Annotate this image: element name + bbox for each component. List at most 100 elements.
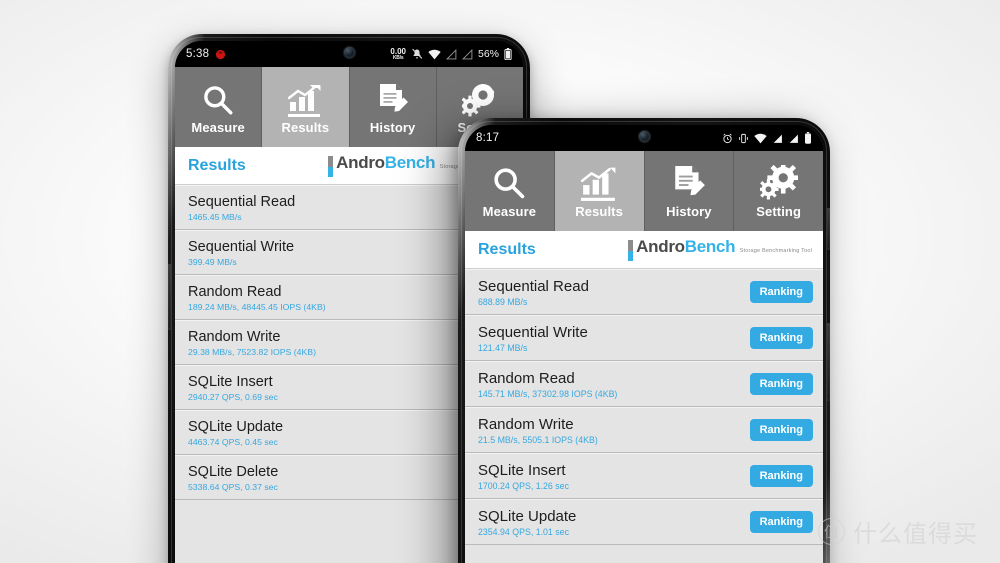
ranking-button[interactable]: Ranking — [749, 511, 813, 533]
ranking-button[interactable]: Ranking — [749, 419, 813, 441]
result-name: Sequential Write — [188, 238, 295, 255]
tab-results-label: Results — [575, 204, 623, 219]
result-value: 688.89 MB/s — [478, 296, 528, 307]
logo-primary-front: Andro — [636, 237, 685, 256]
gears-icon — [759, 163, 798, 201]
result-name: Sequential Write — [478, 323, 588, 341]
result-value: 29.38 MB/s, 7523.82 IOPS (4KB) — [188, 346, 316, 357]
results-title-back: Results — [188, 156, 246, 174]
result-name: SQLite Insert — [188, 373, 273, 390]
androbench-logo-front: AndroBench Storage Benchmarking Tool — [628, 238, 812, 261]
result-row[interactable]: SQLite Insert 1700.24 QPS, 1.26 sec Rankin… — [465, 453, 823, 499]
tab-history[interactable]: History — [349, 67, 437, 147]
result-name: Sequential Read — [478, 277, 589, 295]
ranking-button[interactable]: Ranking — [749, 327, 813, 349]
result-value: 1700.24 QPS, 1.26 sec — [478, 480, 569, 491]
result-value: 4463.74 QPS, 0.45 sec — [188, 436, 278, 447]
tab-history-label: History — [666, 204, 712, 219]
results-title-front: Results — [478, 240, 536, 258]
result-name: SQLite Delete — [188, 463, 279, 480]
red-alert-icon — [215, 49, 226, 60]
result-name: Sequential Read — [188, 193, 296, 210]
results-header-front: Results AndroBench Storage Benchmarking … — [465, 231, 823, 269]
power-button-front[interactable] — [827, 208, 830, 250]
front-camera-icon — [638, 130, 650, 142]
logo-bar-icon — [328, 156, 334, 177]
result-name: SQLite Update — [188, 418, 284, 435]
result-row[interactable]: Random Read 145.71 MB/s, 37302.98 IOPS (4… — [465, 361, 823, 407]
result-row[interactable]: Random Write 21.5 MB/s, 5505.1 IOPS (4KB)… — [465, 407, 823, 453]
watermark: 值 什么值得买 — [818, 514, 978, 549]
alarm-icon — [722, 133, 733, 144]
result-value: 21.5 MB/s, 5505.1 IOPS (4KB) — [478, 434, 598, 445]
result-name: Random Read — [188, 283, 282, 300]
wifi-icon — [754, 133, 767, 144]
result-name: Random Write — [478, 415, 574, 433]
wifi-icon — [428, 49, 441, 60]
result-row[interactable]: Sequential Write 121.47 MB/s Ranking — [465, 315, 823, 361]
result-row[interactable]: SQLite Update 2354.94 QPS, 1.01 sec Rankin… — [465, 499, 823, 545]
watermark-text: 什么值得买 — [853, 520, 978, 548]
logo-bar-icon — [628, 240, 634, 261]
tab-results-label: Results — [281, 120, 330, 135]
ranking-button[interactable]: Ranking — [749, 281, 813, 303]
logo-secondary-back: Bench — [384, 153, 436, 172]
tab-measure[interactable]: Measure — [465, 151, 555, 231]
tab-setting-label: Setting — [756, 204, 801, 219]
tab-history-label: History — [369, 120, 416, 135]
network-speed-indicator: 0.00 KB/s — [390, 46, 406, 61]
result-value: 2940.27 QPS, 0.69 sec — [188, 391, 278, 402]
result-name: SQLite Update — [478, 507, 577, 525]
ranking-button[interactable]: Ranking — [749, 465, 813, 487]
camera-notch-front — [608, 125, 680, 146]
signal-2-icon — [462, 48, 473, 60]
tab-results[interactable]: Results — [554, 151, 645, 231]
gears-icon — [461, 79, 498, 117]
ranking-button[interactable]: Ranking — [749, 373, 813, 395]
logo-primary-back: Andro — [336, 153, 385, 172]
screenshot-scene: 5:38 0.00 KB/s 56% Measure Results Histo… — [0, 0, 1000, 563]
tab-measure-label: Measure — [191, 120, 245, 135]
result-name: Random Write — [188, 328, 281, 345]
tab-measure[interactable]: Measure — [175, 67, 263, 147]
tab-setting[interactable]: Setting — [734, 151, 823, 231]
battery-icon — [504, 48, 512, 60]
battery-icon — [804, 132, 812, 144]
result-value: 1465.45 MB/s — [188, 211, 242, 222]
result-name: Random Read — [478, 369, 575, 387]
volume-button-back[interactable] — [168, 264, 171, 330]
magnifier-icon — [491, 163, 527, 201]
camera-notch-back — [313, 41, 385, 62]
document-pen-icon — [377, 79, 409, 117]
result-row[interactable]: Sequential Read 688.89 MB/s Ranking — [465, 269, 823, 315]
signal-1-icon — [446, 48, 457, 60]
tab-results[interactable]: Results — [262, 67, 350, 147]
logo-secondary-front: Bench — [684, 237, 736, 256]
result-value: 5338.64 QPS, 0.37 sec — [188, 481, 278, 492]
bar-chart-icon — [288, 79, 322, 117]
logo-tagline-front: Storage Benchmarking Tool — [739, 248, 812, 254]
front-camera-icon — [343, 46, 355, 58]
result-value: 399.49 MB/s — [188, 256, 237, 267]
tab-measure-label: Measure — [482, 204, 537, 219]
status-clock: 5:38 — [186, 48, 210, 60]
phone-device-front: 8:17 Measure Results History Setting Res… — [458, 118, 830, 563]
result-value: 121.47 MB/s — [478, 342, 528, 353]
result-value: 145.71 MB/s, 37302.98 IOPS (4KB) — [478, 388, 618, 399]
signal-2-icon — [788, 133, 799, 144]
app-tab-bar-front: Measure Results History Setting — [465, 151, 823, 231]
result-value: 189.24 MB/s, 48445.45 IOPS (4KB) — [188, 301, 326, 312]
magnifier-icon — [201, 79, 235, 117]
bar-chart-icon — [581, 163, 617, 201]
battery-percent-label: 56% — [477, 48, 499, 60]
tab-history[interactable]: History — [644, 151, 735, 231]
vibrate-icon — [738, 133, 749, 144]
result-value: 2354.94 QPS, 1.01 sec — [478, 526, 569, 537]
signal-1-icon — [772, 133, 783, 144]
status-clock: 8:17 — [476, 132, 500, 144]
result-name: SQLite Insert — [478, 461, 566, 479]
phone-screen-front: 8:17 Measure Results History Setting Res… — [465, 125, 823, 563]
volume-button-front[interactable] — [827, 323, 830, 401]
results-list-front: Sequential Read 688.89 MB/s Ranking Sequent… — [465, 269, 823, 563]
document-pen-icon — [672, 163, 706, 201]
